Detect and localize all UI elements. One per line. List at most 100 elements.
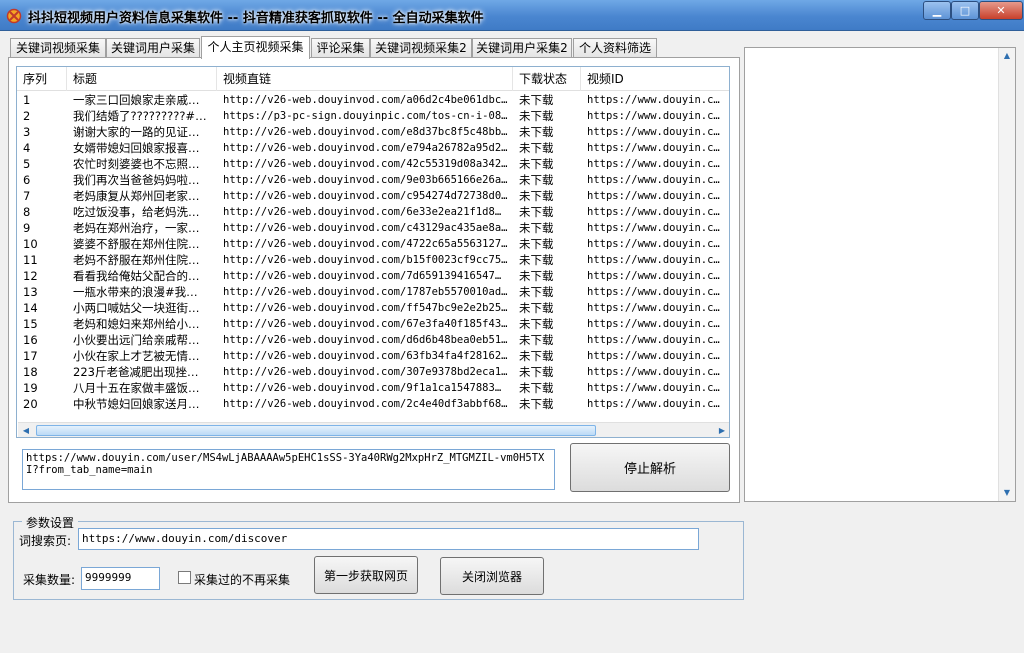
cell-title: 一瓶水带来的浪漫#我… xyxy=(73,285,198,299)
log-textarea[interactable]: ▲ ▼ xyxy=(744,47,1016,502)
cell-url: http://v26-web.douyinvod.com/4722c65a556… xyxy=(223,238,508,250)
cell-video-id: https://www.douyin.c… xyxy=(587,158,720,170)
cell-seq: 12 xyxy=(23,269,38,283)
cell-status: 未下载 xyxy=(519,285,554,299)
tab-keyword-user-2[interactable]: 关键词用户采集2 xyxy=(472,38,572,58)
cell-url: http://v26-web.douyinvod.com/2c4e40df3ab… xyxy=(223,398,508,410)
cell-seq: 9 xyxy=(23,221,31,235)
cell-video-id: https://www.douyin.c… xyxy=(587,302,720,314)
stop-parse-button[interactable]: 停止解析 xyxy=(570,443,730,492)
table-row[interactable]: 2 我们结婚了?????????#… https://p3-pc-sign.douy… xyxy=(17,108,729,124)
table-row[interactable]: 8 吃过饭没事，给老妈洗… http://v26-web.douyinvod.com… xyxy=(17,204,729,220)
cell-video-id: https://www.douyin.c… xyxy=(587,254,720,266)
tab-comment[interactable]: 评论采集 xyxy=(311,38,370,58)
table-row[interactable]: 13 一瓶水带来的浪漫#我… http://v26-web.douyinvod.co… xyxy=(17,284,729,300)
table-row[interactable]: 16 小伙要出远门给亲戚帮… http://v26-web.douyinvod.co… xyxy=(17,332,729,348)
maximize-button[interactable]: □ xyxy=(951,1,979,20)
horizontal-scroll-thumb[interactable] xyxy=(36,425,596,436)
cell-title: 小伙要出远门给亲戚帮… xyxy=(73,333,200,347)
header-seq[interactable]: 序列 xyxy=(17,67,67,91)
header-status[interactable]: 下载状态 xyxy=(513,67,581,91)
cell-url: http://v26-web.douyinvod.com/c43129ac435… xyxy=(223,222,508,234)
cell-url: http://v26-web.douyinvod.com/67e3fa40f18… xyxy=(223,318,508,330)
scroll-up-icon[interactable]: ▲ xyxy=(999,48,1015,64)
video-table[interactable]: 序列 标题 视频直链 下载状态 视频ID 1 一家三口回娘家走亲戚… http://… xyxy=(16,66,730,438)
cell-seq: 5 xyxy=(23,157,31,171)
skip-collected-checkbox[interactable] xyxy=(178,571,191,584)
table-row[interactable]: 10 婆婆不舒服在郑州住院… http://v26-web.douyinvod.co… xyxy=(17,236,729,252)
scroll-right-icon[interactable]: ▶ xyxy=(714,423,729,437)
table-row[interactable]: 19 八月十五在家做丰盛饭… http://v26-web.douyinvod.co… xyxy=(17,380,729,396)
cell-title: 农忙时刻婆婆也不忘照… xyxy=(73,157,200,171)
cell-title: 小两口喊姑父一块逛街… xyxy=(73,301,200,315)
cell-title: 吃过饭没事，给老妈洗… xyxy=(73,205,200,219)
table-row[interactable]: 1 一家三口回娘家走亲戚… http://v26-web.douyinvod.com… xyxy=(17,92,729,108)
header-video-id[interactable]: 视频ID xyxy=(581,67,729,91)
cell-video-id: https://www.douyin.c… xyxy=(587,286,720,298)
cell-status: 未下载 xyxy=(519,141,554,155)
close-button[interactable]: ✕ xyxy=(979,1,1023,20)
cell-seq: 19 xyxy=(23,381,38,395)
search-page-input[interactable]: https://www.douyin.com/discover xyxy=(78,528,699,550)
cell-title: 我们结婚了?????????#… xyxy=(73,109,207,123)
header-title[interactable]: 标题 xyxy=(67,67,217,91)
cell-status: 未下载 xyxy=(519,205,554,219)
table-row[interactable]: 9 老妈在郑州治疗，一家… http://v26-web.douyinvod.com… xyxy=(17,220,729,236)
cell-status: 未下载 xyxy=(519,189,554,203)
cell-title: 老妈不舒服在郑州住院… xyxy=(73,253,200,267)
cell-title: 223斤老爸减肥出现挫… xyxy=(73,365,199,379)
cell-seq: 15 xyxy=(23,317,38,331)
step1-fetch-button[interactable]: 第一步获取网页 xyxy=(314,556,418,594)
cell-url: http://v26-web.douyinvod.com/7d659139416… xyxy=(223,270,502,282)
tab-profile-video[interactable]: 个人主页视频采集 xyxy=(201,36,310,59)
table-row[interactable]: 3 谢谢大家的一路的见证… http://v26-web.douyinvod.com… xyxy=(17,124,729,140)
header-url[interactable]: 视频直链 xyxy=(217,67,513,91)
count-label: 采集数量: xyxy=(23,573,76,587)
tab-keyword-video-2[interactable]: 关键词视频采集2 xyxy=(370,38,472,58)
tab-keyword-user[interactable]: 关键词用户采集 xyxy=(106,38,200,58)
cell-seq: 3 xyxy=(23,125,31,139)
cell-video-id: https://www.douyin.c… xyxy=(587,334,720,346)
cell-status: 未下载 xyxy=(519,333,554,347)
search-page-label: 词搜索页: xyxy=(19,534,72,548)
cell-title: 老妈和媳妇来郑州给小… xyxy=(73,317,200,331)
cell-status: 未下载 xyxy=(519,397,554,411)
skip-collected-label[interactable]: 采集过的不再采集 xyxy=(194,571,290,588)
cell-url: http://v26-web.douyinvod.com/42c55319d08… xyxy=(223,158,508,170)
cell-video-id: https://www.douyin.c… xyxy=(587,366,720,378)
scroll-left-icon[interactable]: ◀ xyxy=(18,423,34,437)
cell-seq: 18 xyxy=(23,365,38,379)
scroll-down-icon[interactable]: ▼ xyxy=(999,485,1015,501)
cell-video-id: https://www.douyin.c… xyxy=(587,238,720,250)
table-row[interactable]: 7 老妈康复从郑州回老家… http://v26-web.douyinvod.com… xyxy=(17,188,729,204)
cell-seq: 2 xyxy=(23,109,31,123)
horizontal-scrollbar[interactable]: ◀ ▶ xyxy=(18,422,729,437)
tab-profile-filter[interactable]: 个人资料筛选 xyxy=(573,38,657,58)
table-row[interactable]: 18 223斤老爸减肥出现挫… http://v26-web.douyinvod.c… xyxy=(17,364,729,380)
table-row[interactable]: 12 看看我给俺姑父配合的… http://v26-web.douyinvod.co… xyxy=(17,268,729,284)
cell-video-id: https://www.douyin.c… xyxy=(587,110,720,122)
close-browser-button[interactable]: 关闭浏览器 xyxy=(440,557,544,595)
cell-title: 八月十五在家做丰盛饭… xyxy=(73,381,200,395)
table-row[interactable]: 6 我们再次当爸爸妈妈啦… http://v26-web.douyinvod.com… xyxy=(17,172,729,188)
table-row[interactable]: 15 老妈和媳妇来郑州给小… http://v26-web.douyinvod.co… xyxy=(17,316,729,332)
table-row[interactable]: 14 小两口喊姑父一块逛街… http://v26-web.douyinvod.co… xyxy=(17,300,729,316)
table-row[interactable]: 17 小伙在家上才艺被无情… http://v26-web.douyinvod.co… xyxy=(17,348,729,364)
table-row[interactable]: 5 农忙时刻婆婆也不忘照… http://v26-web.douyinvod.com… xyxy=(17,156,729,172)
minimize-button[interactable]: ▁ xyxy=(923,1,951,20)
table-row[interactable]: 20 中秋节媳妇回娘家送月… http://v26-web.douyinvod.co… xyxy=(17,396,729,412)
count-input[interactable]: 9999999 xyxy=(81,567,160,590)
table-row[interactable]: 4 女婿带媳妇回娘家报喜… http://v26-web.douyinvod.com… xyxy=(17,140,729,156)
cell-seq: 7 xyxy=(23,189,31,203)
cell-url: http://v26-web.douyinvod.com/63fb34fa4f2… xyxy=(223,350,508,362)
cell-video-id: https://www.douyin.c… xyxy=(587,382,720,394)
cell-url: http://v26-web.douyinvod.com/d6d6b48bea0… xyxy=(223,334,508,346)
cell-url: http://v26-web.douyinvod.com/c954274d727… xyxy=(223,190,508,202)
cell-url: http://v26-web.douyinvod.com/307e9378bd2… xyxy=(223,366,508,378)
cell-seq: 10 xyxy=(23,237,38,251)
tab-keyword-video[interactable]: 关键词视频采集 xyxy=(10,38,106,58)
table-row[interactable]: 11 老妈不舒服在郑州住院… http://v26-web.douyinvod.co… xyxy=(17,252,729,268)
cell-url: http://v26-web.douyinvod.com/1787eb55700… xyxy=(223,286,508,298)
profile-url-input[interactable]: https://www.douyin.com/user/MS4wLjABAAAA… xyxy=(22,449,555,490)
vertical-scrollbar[interactable]: ▲ ▼ xyxy=(998,48,1015,501)
